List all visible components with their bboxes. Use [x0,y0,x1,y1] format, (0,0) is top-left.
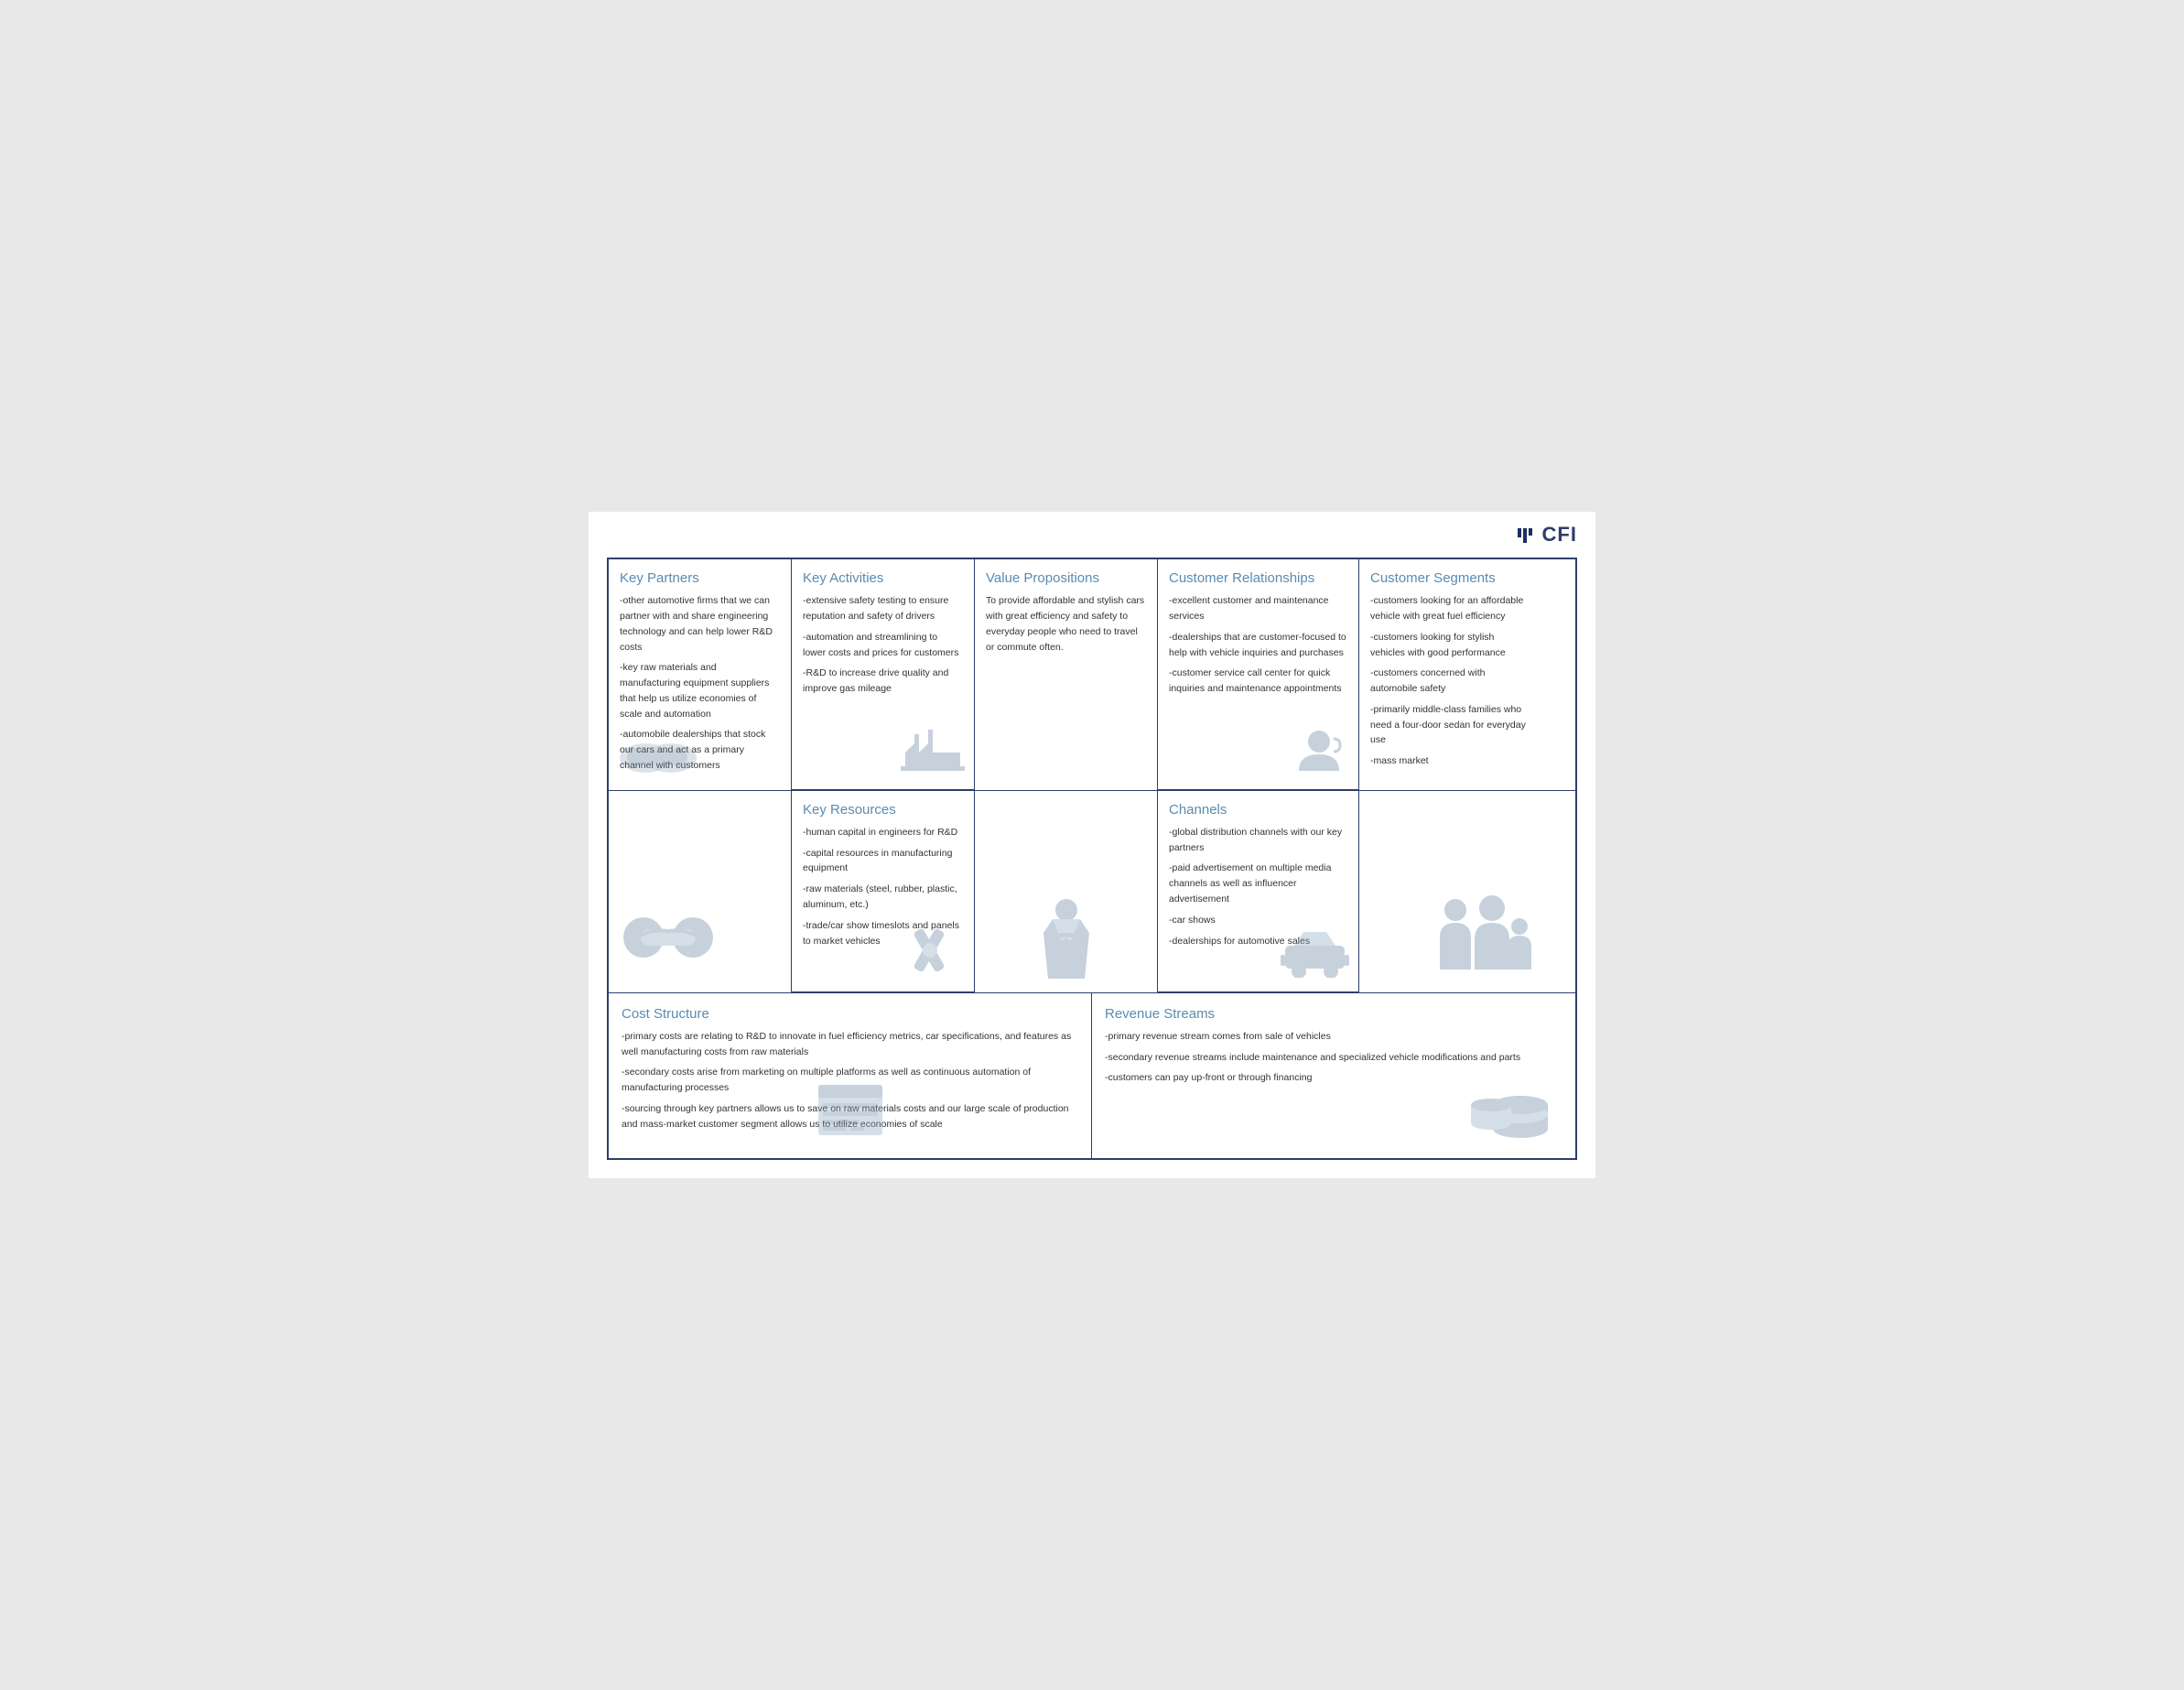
value-propositions-text: To provide affordable and stylish cars w… [986,593,1146,655]
kr-item-1: -human capital in engineers for R&D [803,825,963,840]
tools-icon [896,923,965,982]
customer-segments-icon-cell [1359,791,1542,992]
kr-item-3: -raw materials (steel, rubber, plastic, … [803,882,963,913]
value-propositions-cell: Value Propositions To provide affordable… [975,559,1158,790]
cr-item-3: -customer service call center for quick … [1169,666,1347,697]
logo-text: CFI [1542,523,1577,546]
logo: CFI [1518,523,1577,547]
cost-item-1: -primary costs are relating to R&D to in… [622,1029,1078,1060]
cs-item-2: -customers looking for stylish vehicles … [1370,630,1531,661]
customer-segments-header: Customer Segments [1370,570,1531,586]
customer-segments-cell: Customer Segments -customers looking for… [1359,559,1542,790]
cost-structure-cell: Cost Structure -primary costs are relati… [609,993,1092,1158]
key-partners-icon-cell [609,791,792,992]
bottom-section: Cost Structure -primary costs are relati… [609,993,1575,1158]
cs-item-5: -mass market [1370,753,1531,769]
kr-item-2: -capital resources in manufacturing equi… [803,846,963,877]
key-activities-item-3: -R&D to increase drive quality and impro… [803,666,963,697]
cr-item-2: -dealerships that are customer-focused t… [1169,630,1347,661]
suit-icon [1030,896,1103,983]
revenue-streams-header: Revenue Streams [1105,1006,1562,1022]
customer-service-icon [1290,725,1349,780]
revenue-streams-cell: Revenue Streams -primary revenue stream … [1092,993,1575,1158]
family-icon [1433,892,1533,979]
customer-segments-body: -customers looking for an affordable veh… [1370,593,1531,769]
channels-cell: Channels -global distribution channels w… [1158,791,1359,992]
key-partners-cell: Key Partners -other automotive firms tha… [609,559,792,790]
customer-relationships-body: -excellent customer and maintenance serv… [1169,593,1347,697]
spreadsheet-icon [814,1080,887,1144]
logo-bars [1518,528,1532,543]
cost-structure-header: Cost Structure [622,1006,1078,1022]
coins-icon [1465,1067,1557,1144]
key-partners-item-1: -other automotive firms that we can part… [620,593,780,655]
customer-relationships-header: Customer Relationships [1169,570,1347,586]
value-propositions-header: Value Propositions [986,570,1146,586]
cs-item-4: -primarily middle-class families who nee… [1370,702,1531,748]
channels-header: Channels [1169,802,1347,818]
ch-item-1: -global distribution channels with our k… [1169,825,1347,856]
business-model-canvas: Key Partners -other automotive firms tha… [607,558,1577,1160]
handshake-icon [616,723,698,783]
factory-icon [901,730,965,780]
cs-item-1: -customers looking for an affordable veh… [1370,593,1531,624]
key-partners-item-2: -key raw materials and manufacturing equ… [620,660,780,721]
key-activities-cell: Key Activities -extensive safety testing… [792,559,975,790]
key-activities-item-2: -automation and streamlining to lower co… [803,630,963,661]
key-activities-header: Key Activities [803,570,963,586]
key-partners-header: Key Partners [620,570,780,586]
car-icon [1281,927,1349,982]
ch-item-3: -car shows [1169,913,1347,928]
customer-relationships-cell: Customer Relationships -excellent custom… [1158,559,1359,790]
handshake-icon-large [618,896,719,974]
value-propositions-body: To provide affordable and stylish cars w… [986,593,1146,655]
key-activities-body: -extensive safety testing to ensure repu… [803,593,963,697]
key-resources-cell: Key Resources -human capital in engineer… [792,791,975,992]
key-resources-header: Key Resources [803,802,963,818]
page: CFI Key Partners -other automotive firms… [589,512,1595,1178]
cs-item-3: -customers concerned with automobile saf… [1370,666,1531,697]
ch-item-2: -paid advertisement on multiple media ch… [1169,861,1347,906]
cr-item-1: -excellent customer and maintenance serv… [1169,593,1347,624]
key-activities-item-1: -extensive safety testing to ensure repu… [803,593,963,624]
rev-item-2: -secondary revenue streams include maint… [1105,1050,1562,1066]
rev-item-1: -primary revenue stream comes from sale … [1105,1029,1562,1045]
value-propositions-icon-cell [975,791,1158,992]
